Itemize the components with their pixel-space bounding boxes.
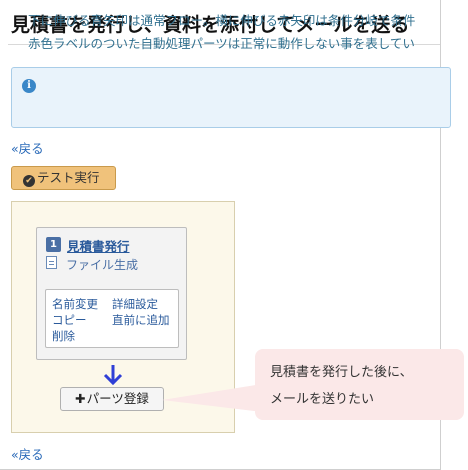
callout-text-line1: 見積書を発行した後に、 bbox=[270, 365, 413, 380]
test-run-button[interactable]: ✔ テスト実行 bbox=[11, 166, 116, 190]
add-parts-label: パーツ登録 bbox=[86, 391, 149, 406]
parts-title-link[interactable]: 見積書発行 bbox=[67, 236, 130, 255]
insert-before-link[interactable]: 直前に追加 bbox=[112, 312, 170, 328]
callout-pointer bbox=[162, 384, 262, 412]
callout-text-line2: メールを送りたい bbox=[270, 392, 375, 407]
back-link-bottom[interactable]: «戻る bbox=[11, 444, 44, 463]
arrow-down-icon bbox=[103, 365, 123, 386]
info-text-line2: 赤色ラベルのついた自動処理パーツは正常に動作しない事を表してい bbox=[28, 36, 415, 51]
callout-bubble bbox=[255, 349, 464, 420]
parts-number-badge: 1 bbox=[46, 237, 61, 252]
copy-link[interactable]: コピー bbox=[52, 312, 87, 328]
info-notice: i bbox=[11, 67, 451, 128]
delete-link[interactable]: 削除 bbox=[52, 328, 75, 344]
back-link-top[interactable]: «戻る bbox=[11, 138, 44, 157]
detail-settings-link[interactable]: 詳細設定 bbox=[112, 296, 158, 312]
rename-link[interactable]: 名前変更 bbox=[52, 296, 98, 312]
parts-subtitle: ファイル生成 bbox=[66, 258, 139, 272]
test-run-label: テスト実行 bbox=[37, 170, 100, 185]
check-circle-icon: ✔ bbox=[23, 175, 35, 187]
info-icon: i bbox=[22, 79, 36, 93]
document-icon bbox=[46, 256, 57, 269]
info-text-line1: 下に伸びる青矢印は通常フロー。横に伸びる赤矢印は条件分岐で条件 bbox=[28, 13, 416, 28]
add-parts-button[interactable]: ✚パーツ登録 bbox=[60, 387, 164, 411]
plus-icon: ✚ bbox=[75, 391, 86, 406]
